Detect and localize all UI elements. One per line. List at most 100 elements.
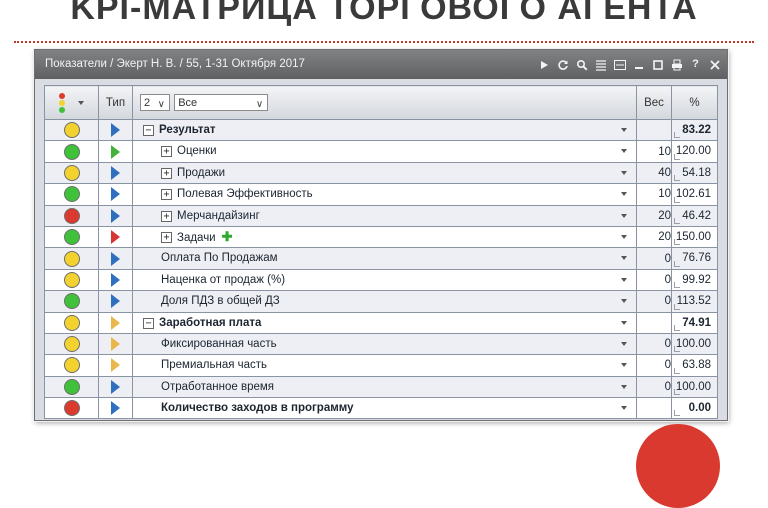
- percent-value: 113.52: [676, 295, 711, 308]
- weight-cell[interactable]: 20: [636, 225, 672, 249]
- weight-cell[interactable]: [636, 118, 672, 142]
- table-row[interactable]: Доля ПДЗ в общей ДЗ 0 113.52: [44, 290, 718, 313]
- row-dropdown-icon[interactable]: [621, 192, 627, 197]
- weight-cell[interactable]: 0: [636, 290, 672, 313]
- level-select[interactable]: 2 ∨: [140, 94, 170, 111]
- percent-column-header: %: [671, 85, 718, 120]
- kpi-name-text: Доля ПДЗ в общей ДЗ: [161, 295, 280, 308]
- name-cell[interactable]: + Задачи ✚: [132, 225, 637, 249]
- table-row[interactable]: − Заработная плата 74.91: [44, 311, 718, 334]
- corner-marker-icon: [674, 282, 680, 289]
- weight-cell[interactable]: 0: [636, 247, 672, 270]
- name-cell[interactable]: Фиксированная часть: [132, 332, 637, 356]
- close-icon[interactable]: [708, 58, 721, 71]
- name-cell[interactable]: Доля ПДЗ в общей ДЗ: [132, 290, 637, 313]
- weight-cell[interactable]: 0: [636, 332, 672, 356]
- corner-marker-icon: [674, 389, 680, 396]
- kpi-name-text: Оценки: [177, 145, 217, 158]
- row-dropdown-icon[interactable]: [621, 363, 627, 368]
- row-dropdown-icon[interactable]: [621, 320, 627, 325]
- type-cell: [98, 311, 133, 334]
- row-dropdown-icon[interactable]: [621, 341, 627, 346]
- name-cell[interactable]: Количество заходов в программу: [132, 397, 637, 420]
- row-dropdown-icon[interactable]: [621, 149, 627, 154]
- weight-cell[interactable]: [636, 397, 672, 420]
- name-cell[interactable]: + Оценки: [132, 140, 637, 163]
- expand-icon[interactable]: +: [161, 146, 172, 158]
- row-dropdown-icon[interactable]: [621, 170, 627, 175]
- weight-column-header: Вес: [636, 85, 672, 120]
- row-dropdown-icon[interactable]: [621, 299, 627, 304]
- status-cell: [44, 183, 99, 206]
- list-icon[interactable]: [594, 58, 607, 71]
- collapse-icon[interactable]: −: [143, 125, 154, 136]
- table-row[interactable]: Отработанное время 0 100.00: [44, 375, 718, 399]
- decorative-circle: [636, 424, 720, 508]
- status-cell: [44, 140, 99, 163]
- row-dropdown-icon[interactable]: [621, 256, 627, 261]
- name-cell[interactable]: Оплата По Продажам: [132, 247, 637, 270]
- table-row[interactable]: Оплата По Продажам 0 76.76: [44, 247, 718, 270]
- table-row[interactable]: Фиксированная часть 0 100.00: [44, 332, 718, 356]
- name-cell[interactable]: Наценка от продаж (%): [132, 268, 637, 292]
- table-row[interactable]: Премиальная часть 0 63.88: [44, 354, 718, 377]
- table-header: Тип 2 ∨ Все ∨ Вес %: [44, 85, 718, 120]
- table-row[interactable]: + Полевая Эффективность 10 102.61: [44, 183, 718, 206]
- type-cell: [98, 161, 133, 185]
- table-row[interactable]: Количество заходов в программу 0.00: [44, 397, 718, 420]
- weight-cell[interactable]: 10: [636, 183, 672, 206]
- expand-icon[interactable]: +: [161, 189, 172, 201]
- minimize-icon[interactable]: [632, 58, 645, 71]
- refresh-icon[interactable]: [556, 58, 569, 71]
- table-row[interactable]: + Мерчандайзинг 20 46.42: [44, 204, 718, 227]
- status-indicator-icon: [63, 378, 80, 395]
- row-dropdown-icon[interactable]: [621, 213, 627, 218]
- table-row[interactable]: Наценка от продаж (%) 0 99.92: [44, 268, 718, 292]
- weight-cell[interactable]: [636, 311, 672, 334]
- weight-cell[interactable]: 0: [636, 268, 672, 292]
- collapse-icon[interactable]: −: [143, 317, 154, 329]
- name-cell[interactable]: − Заработная плата: [132, 311, 637, 334]
- expand-icon[interactable]: +: [161, 210, 172, 222]
- maximize-icon[interactable]: [651, 58, 664, 71]
- name-cell[interactable]: Премиальная часть: [132, 354, 637, 377]
- corner-marker-icon: [674, 367, 680, 374]
- weight-cell[interactable]: 40: [636, 161, 672, 185]
- table-row[interactable]: + Продажи 40 54.18: [44, 161, 718, 185]
- print-icon[interactable]: [670, 58, 683, 71]
- weight-cell[interactable]: 0: [636, 375, 672, 399]
- add-task-icon[interactable]: ✚: [222, 229, 233, 244]
- row-dropdown-icon[interactable]: [621, 277, 627, 282]
- name-cell[interactable]: + Продажи: [132, 161, 637, 185]
- status-cell: [44, 332, 99, 356]
- weight-cell[interactable]: 20: [636, 204, 672, 227]
- expand-icon[interactable]: +: [161, 167, 172, 179]
- table-row[interactable]: + Задачи ✚ 20 150.00: [44, 225, 718, 249]
- kpi-window: Показатели / Экерт Н. В. / 55, 1-31 Октя…: [34, 49, 728, 421]
- percent-cell: 63.88: [671, 354, 718, 377]
- kpi-name-text: Премиальная часть: [161, 359, 268, 372]
- percent-cell: 74.91: [671, 311, 718, 334]
- name-cell[interactable]: − Результат: [132, 118, 637, 142]
- row-dropdown-icon[interactable]: [621, 234, 627, 239]
- name-cell[interactable]: + Полевая Эффективность: [132, 183, 637, 206]
- kpi-name: Заработная плата: [159, 313, 261, 333]
- row-dropdown-icon[interactable]: [621, 406, 627, 411]
- csv-icon[interactable]: [613, 58, 626, 71]
- play-icon[interactable]: [537, 58, 550, 71]
- status-filter-header[interactable]: [44, 85, 99, 120]
- row-dropdown-icon[interactable]: [621, 128, 627, 132]
- weight-cell[interactable]: 10: [636, 140, 672, 163]
- status-cell: [44, 375, 99, 399]
- table-row[interactable]: − Результат 83.22: [44, 118, 718, 142]
- filter-select[interactable]: Все ∨: [174, 94, 269, 111]
- expand-icon[interactable]: +: [161, 231, 172, 243]
- help-icon[interactable]: ?: [689, 58, 702, 71]
- traffic-light-icon: [58, 92, 65, 114]
- search-icon[interactable]: [575, 58, 588, 71]
- weight-cell[interactable]: 0: [636, 354, 672, 377]
- name-cell[interactable]: Отработанное время: [132, 375, 637, 399]
- name-cell[interactable]: + Мерчандайзинг: [132, 204, 637, 227]
- row-dropdown-icon[interactable]: [621, 384, 627, 389]
- table-row[interactable]: + Оценки 10 120.00: [44, 140, 718, 163]
